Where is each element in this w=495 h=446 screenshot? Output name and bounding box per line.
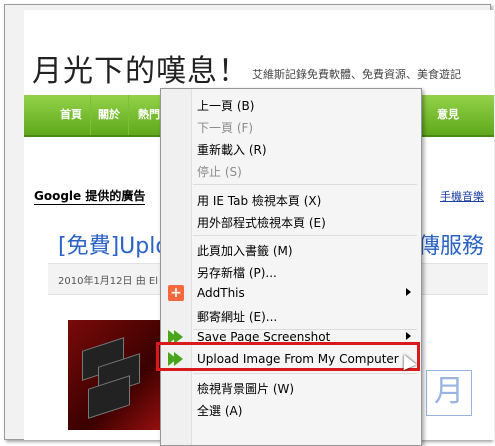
menu-item-send-link[interactable]: 郵寄網址 (E)... — [161, 304, 421, 326]
menu-item-label: 重新載入 (R) — [197, 143, 267, 157]
highlight-annotation — [156, 342, 420, 371]
menu-item-label: 全選 (A) — [197, 404, 243, 418]
folder-icon — [88, 375, 130, 419]
menu-separator — [193, 184, 417, 185]
nav-item-about[interactable]: 關於 — [90, 95, 129, 135]
menu-item-label: AddThis — [197, 286, 245, 300]
menu-item-bookmark[interactable]: 此頁加入書籤 (M) — [161, 238, 421, 260]
menu-item-select-all[interactable]: 全選 (A) — [161, 398, 421, 420]
menu-separator — [193, 373, 417, 374]
menu-item-label: 另存新檔 (P)... — [197, 266, 277, 280]
menu-item-view-external[interactable]: 用外部程式檢視本頁 (E) — [161, 210, 421, 232]
menu-item-label: 用 IE Tab 檢視本頁 (X) — [197, 194, 322, 208]
menu-item-label: 用外部程式檢視本頁 (E) — [197, 216, 326, 230]
menu-item-addthis[interactable]: + AddThis — [161, 282, 421, 304]
menu-item-label: 下一頁 (F) — [197, 121, 254, 135]
addthis-icon: + — [168, 285, 184, 301]
post-title[interactable]: [免費]Uplo — [58, 228, 169, 260]
context-menu: 上一頁 (B) 下一頁 (F) 重新載入 (R) 停止 (S) 用 IE Tab… — [160, 88, 422, 446]
post-image: up — [68, 320, 200, 430]
site-title[interactable]: 月光下的嘆息！ — [32, 46, 249, 90]
post-title-end[interactable]: 傳服務 — [418, 228, 484, 260]
post-meta: 2010年1月12日 由 El — [58, 276, 158, 287]
submenu-arrow-icon — [406, 332, 411, 340]
menu-item-label: 停止 (S) — [197, 165, 242, 179]
menu-separator — [193, 235, 417, 236]
mobile-music-link[interactable]: 手機音樂 — [440, 188, 484, 204]
menu-item-label: 郵寄網址 (E)... — [197, 310, 278, 324]
site-subtitle: 艾維斯記錄免費軟體、免費資源、美食遊記 — [252, 68, 461, 81]
menu-item-label: 此頁加入書籤 (M) — [197, 244, 293, 258]
ads-label[interactable]: Google 提供的廣告 — [34, 187, 146, 205]
submenu-arrow-icon — [406, 288, 411, 296]
menu-item-stop[interactable]: 停止 (S) — [161, 159, 421, 181]
menu-item-reload[interactable]: 重新載入 (R) — [161, 137, 421, 159]
menu-item-label: 上一頁 (B) — [197, 99, 255, 113]
menu-item-label: 檢視背景圖片 (W) — [197, 382, 295, 396]
nav-item-home[interactable]: 首頁 — [52, 95, 91, 135]
nav-item-feedback[interactable]: 意見 — [429, 95, 467, 135]
menu-item-back[interactable]: 上一頁 (B) — [161, 93, 421, 115]
menu-item-view-background[interactable]: 檢視背景圖片 (W) — [161, 376, 421, 398]
menu-item-view-in-ie-tab[interactable]: 用 IE Tab 檢視本頁 (X) — [161, 188, 421, 210]
menu-item-forward[interactable]: 下一頁 (F) — [161, 115, 421, 137]
watermark-moon: 月 — [426, 370, 472, 416]
menu-item-save-as[interactable]: 另存新檔 (P)... — [161, 260, 421, 282]
